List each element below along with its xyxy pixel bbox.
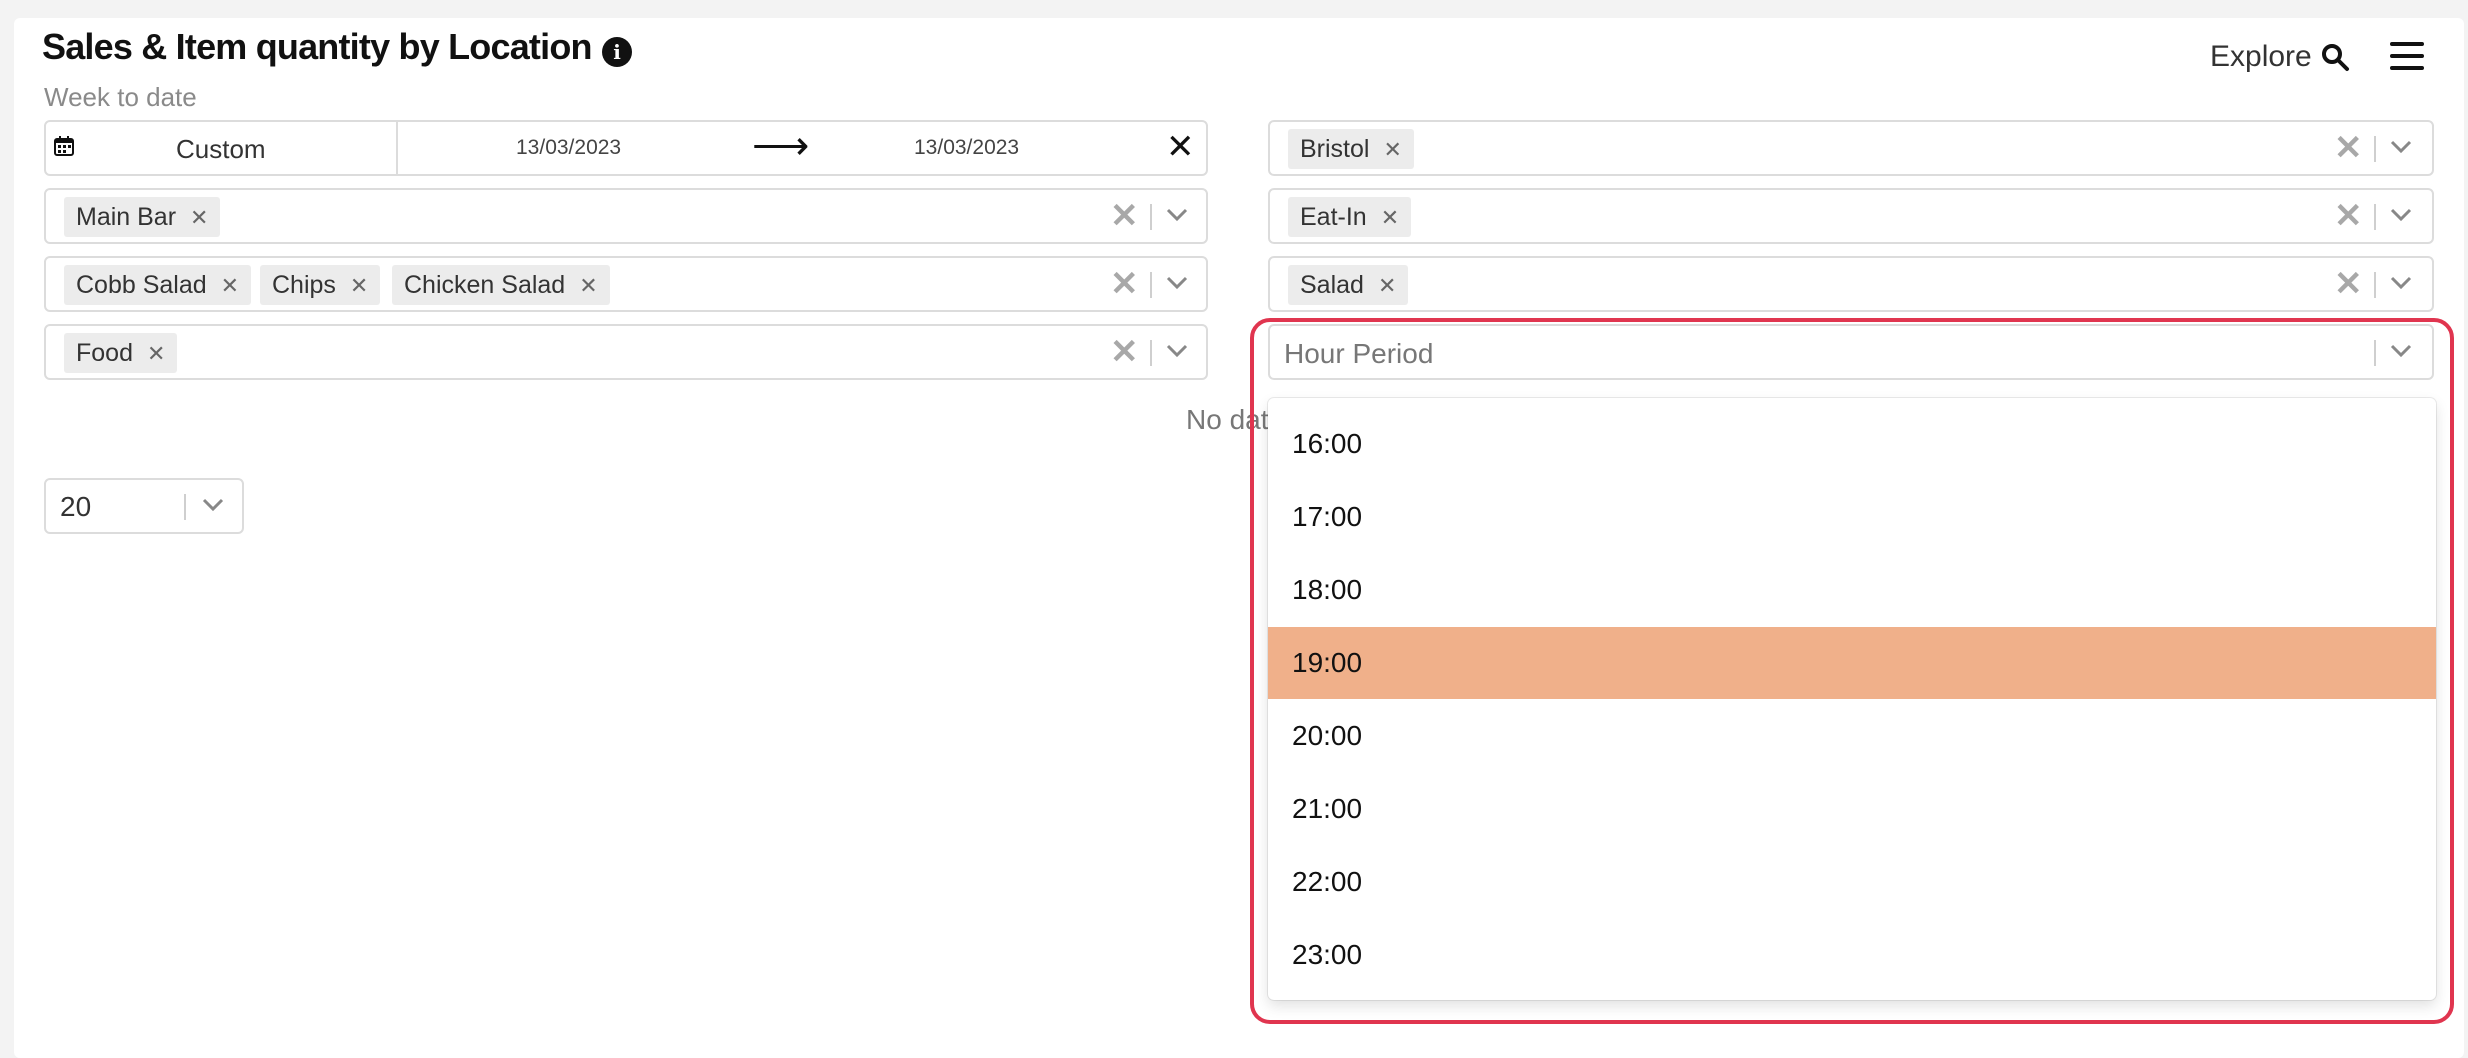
filter-chip: Salad ✕ — [1288, 265, 1409, 305]
location-area-filter[interactable]: Main Bar ✕ ✕ — [44, 188, 1208, 244]
clear-date-icon[interactable]: ✕ — [1166, 128, 1195, 166]
subcategory-filter[interactable]: Salad ✕ ✕ — [1268, 256, 2434, 312]
category-filter[interactable]: Food ✕ ✕ — [44, 324, 1208, 380]
separator — [1150, 272, 1152, 298]
clear-filter-icon[interactable]: ✕ — [1110, 196, 1139, 236]
clear-filter-icon[interactable]: ✕ — [2334, 196, 2363, 236]
chevron-down-icon[interactable] — [1166, 208, 1188, 222]
page-subtitle: Week to date — [44, 82, 197, 112]
calendar-icon — [54, 136, 74, 156]
start-date-input[interactable]: 13/03/2023 — [516, 136, 621, 160]
chip-remove-icon[interactable]: ✕ — [350, 273, 368, 298]
annotation-highlight-box — [1250, 318, 2454, 1024]
chevron-down-icon[interactable] — [2390, 208, 2412, 222]
chevron-down-icon[interactable] — [1166, 344, 1188, 358]
separator — [1150, 204, 1152, 230]
date-range-filter: Custom 13/03/2023 ⟶ 13/03/2023 ✕ — [44, 120, 1208, 176]
filter-chip: Food ✕ — [64, 333, 178, 373]
chip-label: Food — [76, 339, 133, 367]
separator — [2374, 204, 2376, 230]
separator — [2374, 272, 2376, 298]
date-preset-select[interactable]: Custom — [46, 122, 398, 174]
page-title: Sales & Item quantity by Location — [42, 26, 593, 67]
chip-label: Eat-In — [1300, 203, 1367, 231]
chip-remove-icon[interactable]: ✕ — [579, 273, 597, 298]
filter-chip: Chicken Salad ✕ — [392, 265, 610, 305]
separator — [2374, 136, 2376, 162]
date-preset-label: Custom — [176, 134, 266, 164]
page-size-select[interactable]: 20 — [44, 478, 244, 534]
chip-label: Chicken Salad — [404, 271, 566, 299]
separator — [184, 494, 186, 520]
chip-remove-icon[interactable]: ✕ — [1378, 273, 1396, 298]
chip-label: Main Bar — [76, 203, 177, 231]
chip-remove-icon[interactable]: ✕ — [1383, 137, 1401, 162]
chip-remove-icon[interactable]: ✕ — [221, 273, 239, 298]
clear-filter-icon[interactable]: ✕ — [2334, 128, 2363, 168]
item-filter[interactable]: Cobb Salad ✕ Chips ✕ Chicken Salad ✕ ✕ — [44, 256, 1208, 312]
arrow-right-icon: ⟶ — [752, 124, 810, 168]
chip-remove-icon[interactable]: ✕ — [147, 341, 165, 366]
chevron-down-icon[interactable] — [1166, 276, 1188, 290]
clear-filter-icon[interactable]: ✕ — [2334, 264, 2363, 304]
clear-filter-icon[interactable]: ✕ — [1110, 264, 1139, 304]
filter-chip: Cobb Salad ✕ — [64, 265, 252, 305]
end-date-input[interactable]: 13/03/2023 — [914, 136, 1019, 160]
separator — [1150, 340, 1152, 366]
location-filter[interactable]: Bristol ✕ ✕ — [1268, 120, 2434, 176]
search-icon[interactable] — [2320, 42, 2350, 72]
chip-label: Cobb Salad — [76, 271, 207, 299]
chip-label: Salad — [1300, 271, 1364, 299]
info-icon[interactable]: i — [602, 37, 632, 67]
chip-remove-icon[interactable]: ✕ — [190, 205, 208, 230]
clear-filter-icon[interactable]: ✕ — [1110, 332, 1139, 372]
chip-remove-icon[interactable]: ✕ — [1381, 205, 1399, 230]
chip-label: Bristol — [1300, 135, 1370, 163]
chevron-down-icon[interactable] — [202, 498, 224, 512]
filter-chip: Bristol ✕ — [1288, 129, 1414, 169]
hamburger-menu-icon[interactable] — [2390, 42, 2424, 72]
chevron-down-icon[interactable] — [2390, 140, 2412, 154]
filter-chip: Eat-In ✕ — [1288, 197, 1412, 237]
chevron-down-icon[interactable] — [2390, 276, 2412, 290]
filter-chip: Main Bar ✕ — [64, 197, 221, 237]
order-type-filter[interactable]: Eat-In ✕ ✕ — [1268, 188, 2434, 244]
page-size-value: 20 — [60, 491, 92, 522]
chip-label: Chips — [272, 271, 336, 299]
filter-chip: Chips ✕ — [260, 265, 381, 305]
explore-button[interactable]: Explore — [2210, 40, 2312, 74]
